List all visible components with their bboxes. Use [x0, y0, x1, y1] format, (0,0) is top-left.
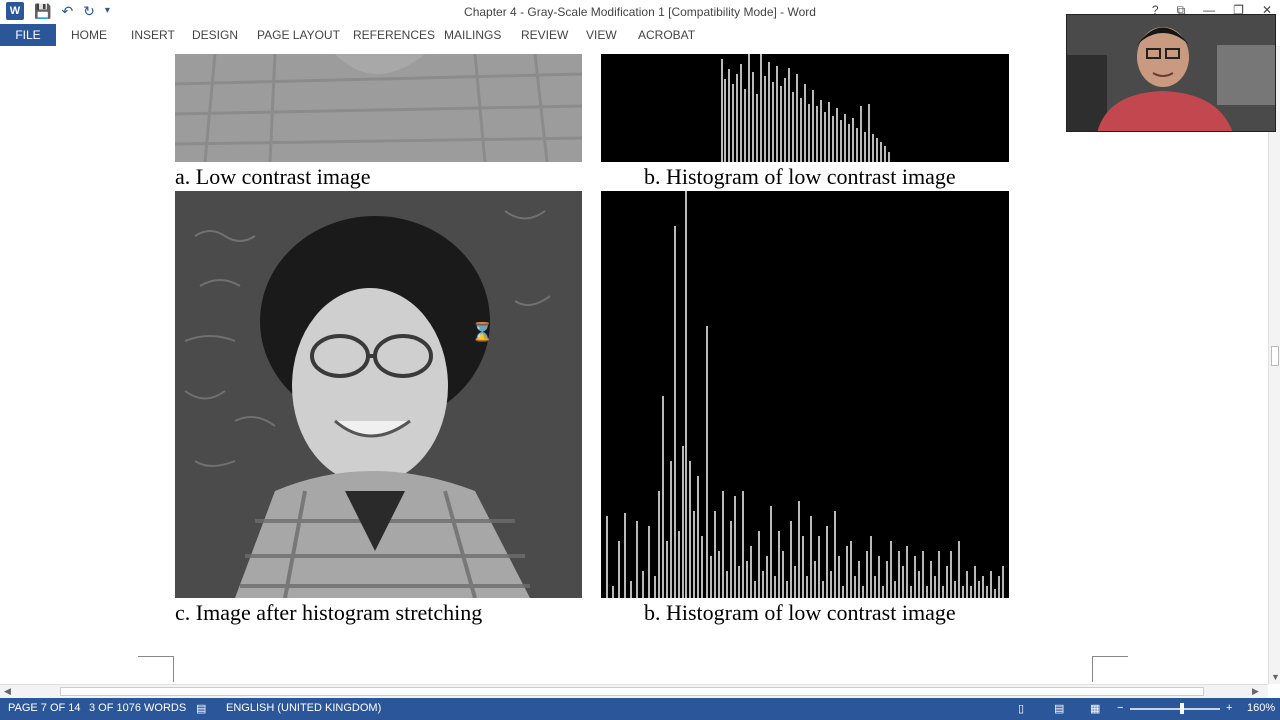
read-mode-icon[interactable]: ▯ — [1018, 702, 1024, 715]
zoom-level[interactable]: 160% — [1247, 702, 1275, 714]
tab-acrobat[interactable]: ACROBAT — [638, 28, 695, 42]
portrait-graphic — [175, 191, 582, 598]
horizontal-scrollbar[interactable]: ◀ ▶ — [0, 684, 1268, 698]
tab-references[interactable]: REFERENCES — [353, 28, 435, 42]
shirt-pattern-graphic — [175, 54, 582, 162]
histogram-bars-top — [721, 54, 890, 162]
vertical-scrollbar[interactable]: ▼ — [1268, 46, 1280, 684]
language-indicator[interactable]: ENGLISH (UNITED KINGDOM) — [226, 702, 381, 714]
tab-mailings[interactable]: MAILINGS — [444, 28, 501, 42]
tab-page-layout[interactable]: PAGE LAYOUT — [257, 28, 340, 42]
margin-mark-right — [1092, 656, 1128, 682]
proofing-icon[interactable]: ▤ — [196, 702, 206, 715]
tab-design[interactable]: DESIGN — [192, 28, 238, 42]
tab-review[interactable]: REVIEW — [521, 28, 568, 42]
document-page[interactable]: a. Low contrast image b. Histogram of lo… — [0, 46, 1268, 684]
horizontal-scroll-thumb[interactable] — [60, 687, 1204, 696]
tab-view[interactable]: VIEW — [586, 28, 617, 42]
scroll-right-arrow-icon[interactable]: ▶ — [1252, 686, 1259, 697]
caption-b-top: b. Histogram of low contrast image — [644, 164, 956, 189]
low-contrast-image — [175, 54, 582, 162]
scroll-down-arrow-icon[interactable]: ▼ — [1271, 672, 1280, 682]
zoom-out-button[interactable]: − — [1117, 702, 1123, 714]
page-indicator[interactable]: PAGE 7 OF 14 — [8, 702, 81, 714]
caption-c: c. Image after histogram stretching — [175, 600, 483, 625]
word-window: W 💾 ↶ ↻ ▾ Chapter 4 - Gray-Scale Modific… — [0, 0, 1280, 720]
vertical-scroll-thumb[interactable] — [1271, 346, 1279, 366]
zoom-in-button[interactable]: + — [1226, 702, 1232, 714]
presenter-video-graphic — [1067, 15, 1275, 131]
caption-a: a. Low contrast image — [175, 164, 371, 189]
webcam-overlay — [1066, 14, 1276, 132]
web-layout-icon[interactable]: ▦ — [1090, 702, 1100, 715]
text-cursor-icon: ⌛ — [471, 324, 493, 342]
tab-home[interactable]: HOME — [71, 28, 107, 42]
stretched-histogram — [601, 191, 1009, 598]
stretched-image — [175, 191, 582, 598]
status-bar: PAGE 7 OF 14 3 OF 1076 WORDS ▤ ENGLISH (… — [0, 698, 1280, 720]
caption-b-bottom: b. Histogram of low contrast image — [644, 600, 956, 625]
histogram-bars-bottom — [606, 191, 1004, 598]
word-count[interactable]: 3 OF 1076 WORDS — [89, 702, 186, 714]
low-contrast-histogram — [601, 54, 1009, 162]
print-layout-icon[interactable]: ▤ — [1054, 702, 1064, 715]
scroll-left-arrow-icon[interactable]: ◀ — [4, 686, 11, 697]
zoom-slider[interactable] — [1130, 708, 1220, 710]
tab-file[interactable]: FILE — [0, 24, 56, 46]
tab-insert[interactable]: INSERT — [131, 28, 175, 42]
zoom-slider-handle[interactable] — [1180, 703, 1184, 714]
margin-mark-left — [138, 656, 174, 682]
